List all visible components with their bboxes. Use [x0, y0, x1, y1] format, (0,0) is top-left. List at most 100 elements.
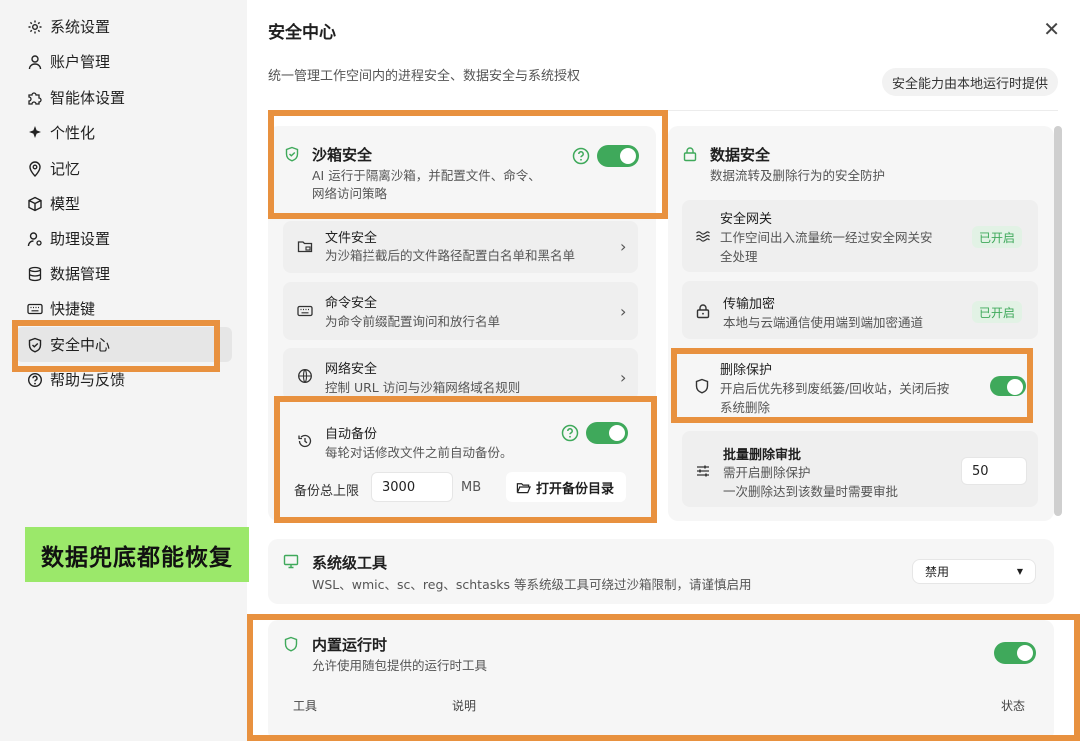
delete-protect-toggle[interactable]	[990, 376, 1026, 396]
page-title: 安全中心	[268, 23, 336, 43]
sidebar-item-personalize[interactable]: 个性化	[16, 115, 232, 150]
sandbox-desc-line1: AI 运行于隔离沙箱，并配置文件、命令、	[312, 168, 541, 183]
gear-icon	[26, 18, 44, 36]
system-tools-select[interactable]: 禁用 ▼	[912, 559, 1036, 584]
shield-icon	[283, 636, 299, 656]
gateway-desc-line2: 全处理	[720, 249, 758, 264]
sandbox-desc-line2: 网络访问策略	[312, 186, 388, 201]
sidebar-item-label: 帮助与反馈	[50, 371, 126, 389]
data-security-desc: 数据流转及删除行为的安全防护	[710, 168, 886, 183]
keyboard-icon	[297, 303, 313, 323]
database-icon	[26, 265, 44, 283]
sidebar-item-agent-settings[interactable]: 智能体设置	[16, 80, 232, 115]
sidebar-item-label: 账户管理	[50, 53, 111, 71]
encryption-status-badge: 已开启	[972, 301, 1023, 323]
sidebar-item-label: 模型	[50, 195, 81, 213]
batch-delete-desc-line2: 一次删除达到该数量时需要审批	[723, 484, 899, 499]
monitor-icon	[283, 553, 299, 573]
gateway-desc-line1: 工作空间出入流量统一经过安全网关安	[720, 230, 933, 245]
shield-icon	[26, 336, 44, 354]
sidebar-item-memory[interactable]: 记忆	[16, 151, 232, 186]
delete-protect-title: 删除保护	[720, 363, 773, 378]
command-security-row[interactable]	[283, 282, 638, 340]
sidebar-item-shortcuts[interactable]: 快捷键	[16, 291, 232, 326]
gateway-title: 安全网关	[720, 212, 773, 227]
data-security-title: 数据安全	[710, 146, 771, 164]
folder-open-icon	[516, 480, 531, 495]
system-tools-selected: 禁用	[925, 565, 950, 579]
table-header-description: 说明	[452, 699, 477, 713]
delete-protect-desc-line1: 开启后优先移到废纸篓/回收站，关闭后按	[720, 381, 950, 396]
chevron-right-icon: ›	[620, 237, 627, 256]
sidebar-item-system-settings[interactable]: 系统设置	[16, 9, 232, 44]
runtime-toggle[interactable]	[994, 642, 1036, 664]
callout-label: 数据兜底都能恢复	[25, 527, 249, 582]
sidebar-item-assistant[interactable]: 助理设置	[16, 221, 232, 256]
encryption-desc: 本地与云端通信使用端到端加密通道	[723, 315, 924, 330]
encryption-title: 传输加密	[723, 297, 776, 312]
sliders-icon	[695, 463, 711, 483]
sidebar-item-security-center[interactable]: 安全中心	[16, 327, 232, 362]
delete-protect-desc-line2: 系统删除	[720, 400, 771, 415]
open-backup-dir-label: 打开备份目录	[536, 481, 615, 497]
backup-limit-input[interactable]: 3000	[371, 472, 453, 502]
lock-icon	[695, 303, 711, 323]
user-icon	[26, 53, 44, 71]
sandbox-title: 沙箱安全	[312, 146, 373, 164]
auto-backup-desc: 每轮对话修改文件之前自动备份。	[325, 445, 513, 460]
sidebar-item-label: 智能体设置	[50, 89, 126, 107]
table-header-tool: 工具	[293, 699, 318, 713]
main-panel: 安全中心 ✕ 统一管理工作空间内的进程安全、数据安全与系统授权 安全能力由本地运…	[247, 0, 1080, 741]
folder-lock-icon	[297, 238, 313, 258]
close-icon[interactable]: ✕	[1043, 17, 1060, 41]
file-security-title: 文件安全	[325, 231, 378, 246]
help-icon	[26, 371, 44, 389]
cube-icon	[26, 195, 44, 213]
sandbox-toggle[interactable]	[597, 145, 639, 167]
gateway-status-badge: 已开启	[972, 226, 1023, 248]
sidebar-item-help[interactable]: 帮助与反馈	[16, 362, 232, 397]
sparkle-icon	[26, 124, 44, 142]
file-security-desc: 为沙箱拦截后的文件路径配置白名单和黑名单	[325, 248, 576, 263]
history-icon	[297, 433, 313, 453]
sidebar-item-model[interactable]: 模型	[16, 186, 232, 221]
sidebar-item-label: 个性化	[50, 124, 96, 142]
command-security-desc: 为命令前缀配置询问和放行名单	[325, 314, 501, 329]
puzzle-icon	[26, 89, 44, 107]
sidebar-item-label: 记忆	[50, 160, 81, 178]
shield-check-icon	[284, 146, 300, 166]
divider	[268, 110, 1058, 111]
keyboard-icon	[26, 300, 44, 318]
chevron-right-icon: ›	[620, 368, 627, 387]
help-icon[interactable]	[572, 147, 590, 165]
command-security-title: 命令安全	[325, 296, 378, 311]
scrollbar[interactable]	[1054, 126, 1062, 516]
batch-delete-desc-line1: 需开启删除保护	[723, 465, 811, 480]
page-subtitle: 统一管理工作空间内的进程安全、数据安全与系统授权	[268, 69, 581, 84]
assistant-icon	[26, 230, 44, 248]
batch-delete-title: 批量删除审批	[723, 448, 802, 463]
auto-backup-toggle[interactable]	[586, 422, 628, 444]
sidebar-item-label: 安全中心	[50, 336, 111, 354]
auto-backup-title: 自动备份	[325, 427, 378, 442]
sidebar-item-label: 数据管理	[50, 265, 111, 283]
sidebar-item-account[interactable]: 账户管理	[16, 44, 232, 79]
lock-icon	[682, 146, 698, 166]
runtime-title: 内置运行时	[312, 636, 388, 654]
waves-icon	[695, 228, 711, 248]
backup-limit-label: 备份总上限	[294, 484, 360, 499]
globe-icon	[297, 368, 313, 388]
system-tools-desc: WSL、wmic、sc、reg、schtasks 等系统级工具可绕过沙箱限制，请…	[312, 577, 752, 592]
sidebar-item-data-management[interactable]: 数据管理	[16, 256, 232, 291]
table-header-status: 状态	[1001, 699, 1026, 713]
sidebar-item-label: 助理设置	[50, 230, 111, 248]
sidebar-item-label: 快捷键	[50, 300, 96, 318]
help-icon[interactable]	[561, 424, 579, 442]
runtime-desc: 允许使用随包提供的运行时工具	[312, 658, 488, 673]
pin-icon	[26, 160, 44, 178]
caret-down-icon: ▼	[1016, 567, 1023, 576]
network-security-title: 网络安全	[325, 362, 378, 377]
local-runtime-badge: 安全能力由本地运行时提供	[881, 68, 1058, 96]
batch-delete-threshold-input[interactable]: 50	[961, 457, 1027, 485]
open-backup-dir-button[interactable]: 打开备份目录	[506, 472, 626, 502]
